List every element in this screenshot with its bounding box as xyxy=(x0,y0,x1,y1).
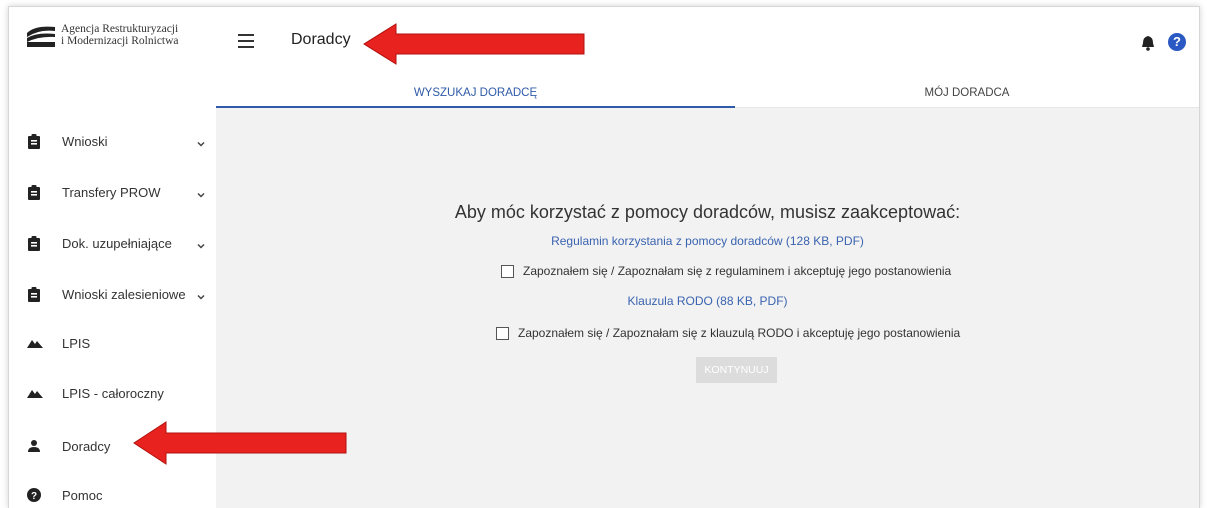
rodo-checkbox[interactable] xyxy=(496,326,509,340)
bell-icon[interactable] xyxy=(1141,35,1155,51)
sidebar-item-dok-uzupelniajace[interactable]: Dok. uzupełniające xyxy=(9,228,216,258)
logo: Agencja Restrukturyzacji i Modernizacji … xyxy=(27,23,179,47)
regulamin-checkbox[interactable] xyxy=(501,264,514,278)
sidebar-item-label: Dok. uzupełniające xyxy=(62,235,172,251)
svg-text:?: ? xyxy=(31,491,37,502)
tab-bar: WYSZUKAJ DORADCĘ MÓJ DORADCA xyxy=(216,79,1199,108)
sidebar-item-label: Wnioski xyxy=(62,133,108,149)
sidebar-item-wnioski-zalesieniowe[interactable]: Wnioski zalesieniowe xyxy=(9,279,216,309)
person-icon xyxy=(27,438,41,454)
clipboard-icon xyxy=(27,235,41,251)
rodo-checkbox-label: Zapoznałem się / Zapoznałam się z klauzu… xyxy=(518,326,961,340)
chevron-down-icon[interactable] xyxy=(196,289,206,300)
sidebar-item-wnioski[interactable]: Wnioski xyxy=(9,126,216,156)
rodo-link[interactable]: Klauzula RODO (88 KB, PDF) xyxy=(627,294,787,308)
sidebar-item-label: LPIS - całoroczny xyxy=(62,385,164,401)
help-circle-icon: ? xyxy=(27,487,41,503)
regulamin-consent-row: Zapoznałem się / Zapoznałam się z regula… xyxy=(501,264,951,278)
sidebar-item-label: LPIS xyxy=(62,335,91,351)
clipboard-icon xyxy=(27,184,41,200)
chevron-down-icon[interactable] xyxy=(196,136,206,147)
terrain-icon xyxy=(27,385,43,401)
clipboard-icon xyxy=(27,286,41,302)
clipboard-icon xyxy=(27,133,41,149)
sidebar-item-label: Doradcy xyxy=(62,438,111,454)
logo-line2: i Modernizacji Rolnictwa xyxy=(61,35,179,47)
sidebar-item-lpis[interactable]: LPIS xyxy=(9,328,216,358)
page-title: Doradcy xyxy=(291,31,351,48)
chevron-down-icon[interactable] xyxy=(196,238,206,249)
sidebar-item-pomoc[interactable]: ? Pomoc xyxy=(9,480,216,508)
terrain-icon xyxy=(27,335,43,351)
tab-moj-doradca[interactable]: MÓJ DORADCA xyxy=(735,79,1199,107)
sidebar-item-transfery-prow[interactable]: Transfery PROW xyxy=(9,177,216,207)
continue-button[interactable]: KONTYNUUJ xyxy=(696,357,777,383)
menu-icon[interactable] xyxy=(238,34,254,48)
sidebar-item-label: Pomoc xyxy=(62,487,103,503)
regulamin-checkbox-label: Zapoznałem się / Zapoznałam się z regula… xyxy=(523,264,952,278)
annotation-arrow-sidebar xyxy=(133,421,347,465)
tab-wyszukaj-doradce[interactable]: WYSZUKAJ DORADCĘ xyxy=(216,79,735,108)
chevron-down-icon[interactable] xyxy=(196,187,206,198)
sidebar-item-label: Wnioski zalesieniowe xyxy=(62,286,186,302)
help-icon[interactable]: ? xyxy=(1168,33,1186,51)
logo-line1: Agencja Restrukturyzacji xyxy=(61,23,179,35)
main-content: Aby móc korzystać z pomocy doradców, mus… xyxy=(216,108,1199,508)
sidebar-item-label: Transfery PROW xyxy=(62,184,161,200)
sidebar-item-lpis-caloroczny[interactable]: LPIS - całoroczny xyxy=(9,378,216,408)
annotation-arrow-title xyxy=(363,23,585,65)
consent-heading: Aby móc korzystać z pomocy doradców, mus… xyxy=(454,202,961,222)
arimr-logo-icon xyxy=(27,23,55,47)
regulamin-link[interactable]: Regulamin korzystania z pomocy doradców … xyxy=(551,234,864,248)
rodo-consent-row: Zapoznałem się / Zapoznałam się z klauzu… xyxy=(496,326,960,340)
